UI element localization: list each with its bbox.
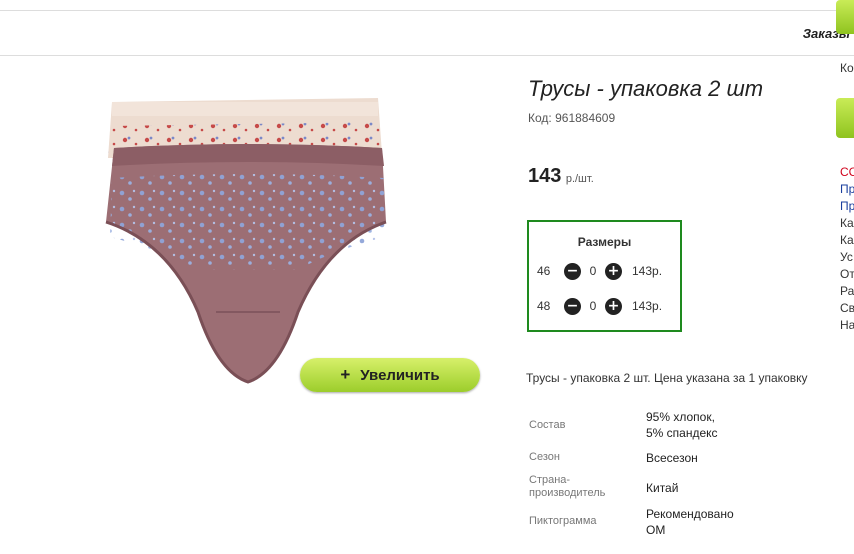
side-link[interactable]: Пр <box>840 181 854 198</box>
size-label: 48 <box>537 299 551 313</box>
size-row: 46 − 0 + 143р. <box>537 262 662 280</box>
green-side-tab[interactable] <box>836 0 854 34</box>
side-link[interactable]: Пр <box>840 198 854 215</box>
property-label: Состав <box>529 419 566 431</box>
product-image[interactable] <box>98 92 398 392</box>
top-navigation-bar: Заказы <box>0 10 854 56</box>
minus-icon[interactable]: − <box>564 262 581 280</box>
property-value: Всесезон <box>646 451 698 465</box>
size-label: 46 <box>537 264 551 278</box>
side-link[interactable]: Ка <box>840 215 854 232</box>
property-label: Страна- производитель <box>529 474 606 499</box>
sizes-selector: Размеры 46 − 0 + 143р. 48 − 0 + 143р. <box>527 220 682 332</box>
price-unit: р./шт. <box>565 173 594 185</box>
side-link[interactable]: От <box>840 266 854 283</box>
side-link[interactable]: Ка <box>840 232 854 249</box>
property-value: Китай <box>646 481 679 495</box>
zoom-button[interactable]: + Увеличить <box>300 358 480 392</box>
size-row: 48 − 0 + 143р. <box>537 297 662 315</box>
product-code-label: Код: <box>528 111 552 125</box>
property-label: Сезон <box>529 451 560 463</box>
minus-icon[interactable]: − <box>564 297 581 315</box>
product-code: Код: 961884609 <box>528 111 615 125</box>
product-price: 143 р./шт. <box>528 165 594 188</box>
side-panel-heading: Ко <box>840 61 854 75</box>
quantity-value: 0 <box>589 299 597 313</box>
property-value: Рекомендовано ОМ <box>646 507 734 537</box>
side-panel-links: СС Пр Пр Ка Ка Ус От Ра Св На <box>840 164 854 334</box>
side-link[interactable]: На <box>840 317 854 334</box>
zoom-button-label: Увеличить <box>360 366 440 384</box>
plus-icon: + <box>340 365 351 384</box>
side-link[interactable]: СС <box>840 164 854 181</box>
product-description: Трусы - упаковка 2 шт. Цена указана за 1… <box>526 371 808 385</box>
size-price: 143р. <box>632 264 663 278</box>
property-label: Пиктограмма <box>529 515 597 527</box>
sizes-title: Размеры <box>577 235 632 249</box>
side-link[interactable]: Св <box>840 300 854 317</box>
product-title: Трусы - упаковка 2 шт <box>528 76 764 101</box>
side-link[interactable]: Ра <box>840 283 854 300</box>
product-code-value: 961884609 <box>555 111 616 125</box>
side-link[interactable]: Ус <box>840 249 854 266</box>
property-value: 95% хлопок, 5% спандекс <box>646 410 718 440</box>
quantity-value: 0 <box>589 264 597 278</box>
price-value: 143 <box>528 165 562 187</box>
green-side-tab[interactable] <box>836 98 854 138</box>
plus-icon[interactable]: + <box>605 297 622 315</box>
plus-icon[interactable]: + <box>605 262 622 280</box>
size-price: 143р. <box>632 299 663 313</box>
